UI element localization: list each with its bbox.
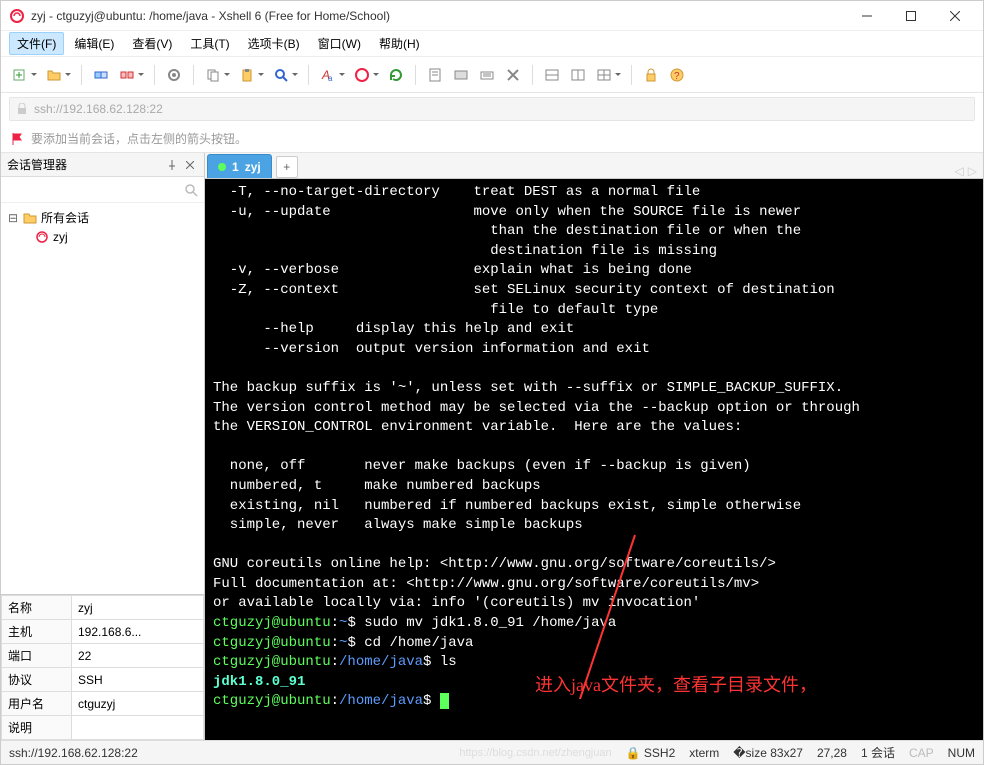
new-tab-button[interactable]: + (276, 156, 298, 178)
statusbar: ssh://192.168.62.128:22 https://blog.csd… (1, 740, 983, 764)
watermark: https://blog.csdn.net/zhengjuan (459, 747, 611, 759)
svg-text:?: ? (674, 71, 680, 82)
properties-button[interactable] (163, 64, 185, 86)
font-button[interactable]: Aa (317, 64, 339, 86)
session-properties: 名称zyj 主机192.168.6... 端口22 协议SSH 用户名ctguz… (1, 594, 204, 740)
transfer-button[interactable] (450, 64, 472, 86)
xagent-button[interactable] (502, 64, 524, 86)
status-size: �size 83x27 (733, 746, 803, 760)
tree-session-label: zyj (53, 230, 68, 244)
menu-file[interactable]: 文件(F) (9, 32, 64, 55)
flag-icon (11, 132, 25, 146)
status-dot-icon (218, 163, 226, 171)
menu-tabs[interactable]: 选项卡(B) (240, 32, 308, 55)
content-area: 1 zyj + ◁ ▷ -T, --no-target-directory tr… (205, 153, 983, 740)
session-icon (35, 230, 49, 244)
tab-nav: ◁ ▷ (955, 164, 983, 178)
pin-button[interactable] (164, 157, 180, 173)
menu-view[interactable]: 查看(V) (124, 32, 180, 55)
terminal[interactable]: -T, --no-target-directory treat DEST as … (205, 179, 983, 740)
lock-icon (16, 103, 28, 115)
tab-bar: 1 zyj + ◁ ▷ (205, 153, 983, 179)
help-button[interactable]: ? (666, 64, 688, 86)
tab-number: 1 (232, 160, 239, 174)
sidebar: 会话管理器 ⊟ 所有会话 zyj 名称zyj 主机192.168.6... (1, 153, 205, 740)
menu-edit[interactable]: 编辑(E) (66, 32, 122, 55)
script-button[interactable] (424, 64, 446, 86)
refresh-button[interactable] (385, 64, 407, 86)
find-button[interactable] (270, 64, 292, 86)
prop-row: 用户名ctguzyj (2, 692, 204, 716)
sidebar-title-bar: 会话管理器 (1, 153, 204, 177)
maximize-button[interactable] (891, 2, 931, 30)
minimize-button[interactable] (847, 2, 887, 30)
menu-window[interactable]: 窗口(W) (310, 32, 369, 55)
panel-v-button[interactable] (567, 64, 589, 86)
address-text: ssh://192.168.62.128:22 (34, 102, 163, 116)
status-num: NUM (948, 746, 975, 760)
keyboard-button[interactable] (476, 64, 498, 86)
prop-row: 主机192.168.6... (2, 620, 204, 644)
status-cap: CAP (909, 746, 934, 760)
menubar: 文件(F) 编辑(E) 查看(V) 工具(T) 选项卡(B) 窗口(W) 帮助(… (1, 31, 983, 57)
copy-button[interactable] (202, 64, 224, 86)
sidebar-search (1, 177, 204, 203)
window-title: zyj - ctguzyj@ubuntu: /home/java - Xshel… (31, 9, 847, 23)
session-tree: ⊟ 所有会话 zyj (1, 203, 204, 594)
status-term: xterm (689, 746, 719, 760)
prop-row: 说明 (2, 716, 204, 740)
menu-tools[interactable]: 工具(T) (182, 32, 237, 55)
infobar-text: 要添加当前会话，点击左侧的箭头按钮。 (31, 130, 247, 147)
app-icon (9, 8, 25, 24)
address-input[interactable]: ssh://192.168.62.128:22 (9, 97, 975, 121)
svg-text:a: a (328, 74, 333, 83)
infobar: 要添加当前会话，点击左侧的箭头按钮。 (1, 125, 983, 153)
color-button[interactable] (351, 64, 373, 86)
tree-root[interactable]: ⊟ 所有会话 (7, 207, 198, 228)
titlebar: zyj - ctguzyj@ubuntu: /home/java - Xshel… (1, 1, 983, 31)
tab-prev-button[interactable]: ◁ (955, 164, 964, 178)
folder-icon (23, 211, 37, 225)
tab-session[interactable]: 1 zyj (207, 154, 272, 178)
lock-button[interactable] (640, 64, 662, 86)
search-input[interactable] (7, 183, 184, 197)
panel-grid-button[interactable] (593, 64, 615, 86)
tree-root-label: 所有会话 (41, 209, 89, 226)
tree-session[interactable]: zyj (7, 228, 198, 246)
open-button[interactable] (43, 64, 65, 86)
prop-row: 名称zyj (2, 596, 204, 620)
panel-h-button[interactable] (541, 64, 563, 86)
status-ssh: 🔒 SSH2 (626, 746, 676, 760)
connect-button[interactable] (90, 64, 112, 86)
tab-next-button[interactable]: ▷ (968, 164, 977, 178)
close-pane-button[interactable] (182, 157, 198, 173)
prop-row: 端口22 (2, 644, 204, 668)
status-sessions: 1 会话 (861, 744, 895, 761)
search-icon (184, 183, 198, 197)
paste-button[interactable] (236, 64, 258, 86)
sidebar-title: 会话管理器 (7, 156, 67, 173)
menu-help[interactable]: 帮助(H) (371, 32, 428, 55)
status-address: ssh://192.168.62.128:22 (9, 746, 138, 760)
status-cursor-pos: 27,28 (817, 746, 847, 760)
addressbar: ssh://192.168.62.128:22 (1, 93, 983, 125)
toolbar: Aa ? (1, 57, 983, 93)
close-button[interactable] (935, 2, 975, 30)
new-session-button[interactable] (9, 64, 31, 86)
prop-row: 协议SSH (2, 668, 204, 692)
tab-label: zyj (245, 160, 261, 174)
disconnect-button[interactable] (116, 64, 138, 86)
expand-icon[interactable]: ⊟ (7, 211, 19, 225)
